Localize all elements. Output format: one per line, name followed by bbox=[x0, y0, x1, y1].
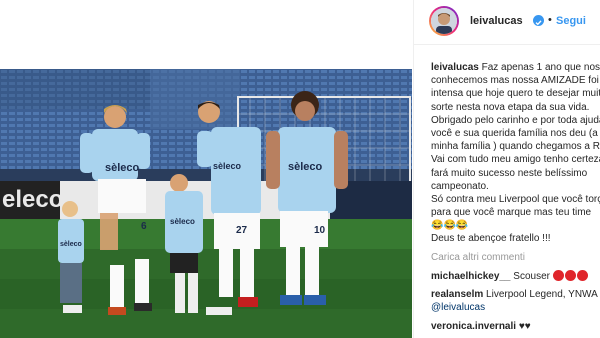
caption-emoji: 😂😂😂 bbox=[431, 220, 469, 232]
comment-text: ♥♥ bbox=[516, 321, 531, 332]
comment-item: michaelhickey__ Scouser bbox=[431, 270, 589, 282]
comment-user[interactable]: realanselm bbox=[431, 289, 483, 300]
caption-line: para que você marque mas teu time bbox=[431, 207, 592, 219]
caption-line: minha família ) quando chegamos a Roma bbox=[431, 141, 600, 153]
comment-item: realanselm Liverpool Legend, YNWA bbox=[431, 289, 598, 300]
comment-item: veronica.invernali ♥♥ bbox=[431, 321, 531, 332]
comment-mention[interactable]: @leivalucas bbox=[431, 302, 485, 313]
caption-line: Vai com tudo meu amigo tenho certeza bbox=[431, 154, 600, 166]
caption-line: fará muito sucesso neste belíssimo bbox=[431, 167, 588, 179]
comment-user[interactable]: veronica.invernali bbox=[431, 321, 516, 332]
caption-line: você e sua querida família nos deu (a bbox=[431, 127, 598, 139]
verified-icon bbox=[533, 15, 544, 26]
post-photo[interactable]: eleco sèleco sèleco sèleco sèleco sèleco… bbox=[0, 69, 412, 338]
follow-button[interactable]: Segui bbox=[556, 15, 586, 27]
caption-line: sorte nesta nova etapa da sua vida. bbox=[431, 101, 590, 113]
shorts-number-10: 10 bbox=[314, 225, 326, 236]
post-header: leivalucas • Segui bbox=[414, 0, 600, 45]
caption-line: campeonato. bbox=[431, 180, 489, 192]
load-more-comments[interactable]: Carica altri commenti bbox=[431, 252, 525, 263]
shirt-sponsor-1: sèleco bbox=[105, 162, 140, 174]
caption-line: Só contra meu Liverpool que você torça bbox=[431, 193, 600, 205]
caption-line: Deus te abençoe fratello !!! bbox=[431, 233, 551, 245]
comment-text: Liverpool Legend, YNWA bbox=[483, 289, 598, 300]
comment-text: Scouser bbox=[510, 271, 553, 282]
separator-dot: • bbox=[548, 14, 552, 26]
shirt-sponsor-4: sèleco bbox=[213, 161, 242, 171]
shirt-sponsor-5: sèleco bbox=[288, 161, 323, 173]
comment-item: @leivalucas bbox=[431, 302, 485, 313]
heart-icon bbox=[576, 270, 588, 281]
heart-icon bbox=[552, 270, 564, 281]
ad-board-text: eleco bbox=[2, 186, 64, 213]
shorts-number-6: 6 bbox=[141, 221, 147, 232]
caption-line: Obrigado pelo carinho e por toda ajuda, bbox=[431, 114, 600, 126]
heart-icon bbox=[564, 270, 576, 281]
avatar-photo bbox=[431, 8, 457, 34]
caption-line: conhecemos mas nossa AMIZADE foi tão bbox=[431, 75, 600, 87]
shirt-sponsor-2: sèleco bbox=[170, 217, 195, 226]
post-side-panel: leivalucas • Segui leivalucas Faz apenas… bbox=[413, 0, 600, 338]
comment-user[interactable]: michaelhickey__ bbox=[431, 271, 511, 282]
header-username[interactable]: leivalucas bbox=[470, 15, 523, 27]
avatar[interactable] bbox=[429, 6, 459, 36]
shirt-sponsor-3: sèleco bbox=[60, 241, 82, 248]
caption-line: intensa que hoje quero te desejar muita bbox=[431, 88, 600, 100]
shorts-number-27: 27 bbox=[236, 225, 248, 236]
caption-author[interactable]: leivalucas bbox=[431, 62, 479, 73]
caption-line: Faz apenas 1 ano que nos bbox=[481, 62, 600, 73]
post-caption: leivalucas Faz apenas 1 ano que nos conh… bbox=[431, 61, 600, 246]
